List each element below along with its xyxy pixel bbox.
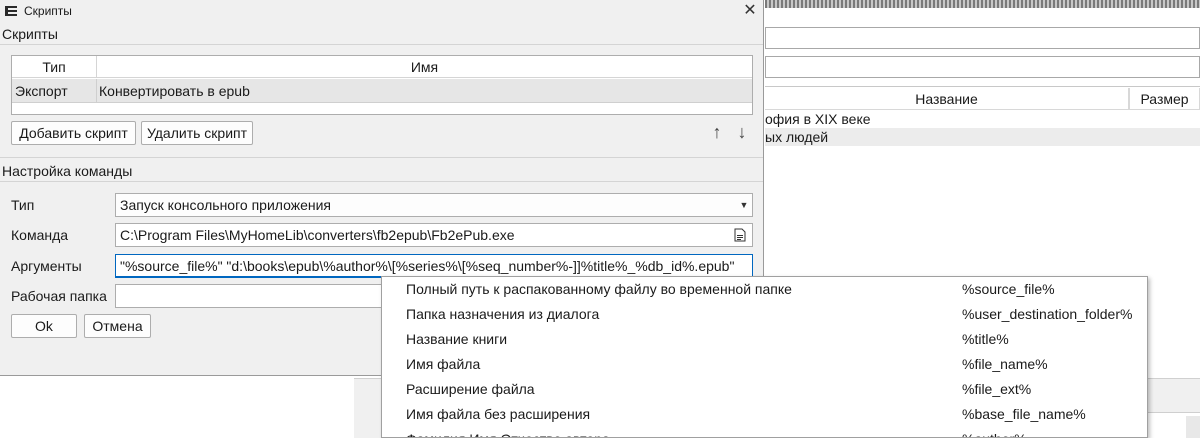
macro-description: Имя файла без расширения [406,406,591,422]
macro-description: Полный путь к распакованному файлу во вр… [406,281,792,297]
section-divider [0,157,763,158]
close-icon[interactable]: ✕ [740,0,760,22]
ok-button[interactable]: Ok [11,314,77,338]
macro-menu-item[interactable]: Имя файла без расширения %base_file_name… [382,402,1147,427]
arguments-input[interactable]: "%source_file%" "d:\books\epub\%author%\… [115,254,753,278]
macro-token: %source_file% [962,281,1055,297]
type-select[interactable]: Запуск консольного приложения [115,193,753,217]
section-divider [0,44,763,45]
macro-token: %base_file_name% [962,406,1086,422]
chevron-down-icon[interactable]: ▼ [737,193,751,217]
scripts-table[interactable]: Тип Имя Экспорт Конвертировать в epub [11,55,753,115]
column-header-name[interactable]: Имя [97,56,752,78]
dialog-titlebar[interactable]: Скрипты ✕ [0,0,763,22]
background-toolbar-strip [765,0,1200,8]
background-search-field[interactable] [765,27,1200,49]
cell-type: Экспорт [15,83,68,99]
background-column-title[interactable]: Название [765,88,1129,110]
command-section-title: Настройка команды [2,163,133,179]
column-header-type[interactable]: Тип [12,56,97,78]
macro-description: Папка назначения из диалога [406,306,600,322]
background-table-row[interactable]: ых людей [765,128,1200,146]
macro-description: Имя файла [406,356,481,372]
macro-menu-item[interactable]: Полный путь к распакованному файлу во вр… [382,277,1147,302]
move-down-icon[interactable]: ↓ [732,121,752,143]
macro-token: %author% [962,427,1027,437]
add-script-button[interactable]: Добавить скрипт [11,121,136,145]
macro-description: Расширение файла [406,381,535,397]
delete-script-button[interactable]: Удалить скрипт [141,121,253,145]
macro-token: %file_name% [962,356,1048,372]
cancel-button[interactable]: Отмена [84,314,151,338]
command-label: Команда [11,227,69,243]
macro-popup-menu: Полный путь к распакованному файлу во вр… [381,276,1148,438]
background-table-row[interactable]: офия в XIX веке [765,110,1200,128]
arguments-label: Аргументы [11,258,82,274]
macro-menu-item[interactable]: Название книги %title% [382,327,1147,352]
scripts-section-title: Скрипты [2,26,58,42]
app-icon [5,6,17,16]
macro-menu-item[interactable]: Фамилия Имя Отчество автора %author% [382,427,1147,437]
table-row[interactable]: Экспорт Конвертировать в epub [12,79,752,103]
macro-menu-item[interactable]: Расширение файла %file_ext% [382,377,1147,402]
cell-divider [96,79,97,103]
browse-file-icon[interactable] [733,228,747,242]
macro-menu-item[interactable]: Папка назначения из диалога %user_destin… [382,302,1147,327]
macro-token: %title% [962,331,1009,347]
macro-description: Название книги [406,331,508,347]
background-scrollbar[interactable] [1186,416,1200,438]
macro-token: %user_destination_folder% [962,306,1133,322]
cell-name: Конвертировать в epub [99,83,250,99]
macro-description: Фамилия Имя Отчество автора [406,427,610,437]
command-input[interactable]: C:\Program Files\MyHomeLib\converters\fb… [115,223,753,247]
move-up-icon[interactable]: ↑ [707,121,727,143]
type-label: Тип [11,197,35,213]
macro-token: %file_ext% [962,381,1032,397]
dialog-title: Скрипты [24,4,72,18]
workdir-label: Рабочая папка [11,288,107,304]
section-divider [0,181,763,182]
background-column-size[interactable]: Размер [1129,88,1200,110]
background-filter-field[interactable] [765,56,1200,78]
macro-menu-item[interactable]: Имя файла %file_name% [382,352,1147,377]
